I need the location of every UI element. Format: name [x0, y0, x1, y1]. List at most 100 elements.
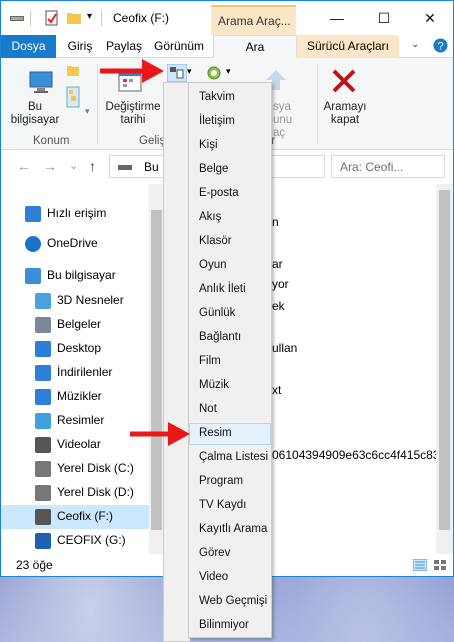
file-name-fragment[interactable]: 06104394909e63c6cc4f415c83ac — [272, 448, 452, 462]
kind-menu-item[interactable]: Oyun — [189, 255, 271, 277]
kind-menu-item[interactable]: Günlük — [189, 303, 271, 325]
sidebar-item[interactable]: Müzikler — [1, 385, 149, 409]
kind-menu-item[interactable]: Çalma Listesi — [189, 447, 271, 469]
sidebar-item[interactable]: Desktop — [1, 337, 149, 361]
search-tools-context-label: Arama Araç... — [211, 5, 296, 35]
kind-menu-item[interactable]: Takvim — [189, 87, 271, 109]
this-pc-button[interactable]: Bu bilgisayar — [9, 101, 61, 127]
kind-menu-item[interactable]: Klasör — [189, 231, 271, 253]
cloud-icon — [25, 236, 41, 252]
kind-menu-item[interactable]: Müzik — [189, 375, 271, 397]
red-arrow-picture — [130, 422, 190, 446]
sidebar-item[interactable]: CEOFIX (G:) — [1, 529, 149, 553]
recent-searches-dropdown-icon[interactable]: ▾ — [226, 66, 231, 77]
drive-icon — [35, 461, 51, 477]
sidebar-item-label: Hızlı erişim — [47, 206, 107, 220]
details-view-icon[interactable] — [413, 559, 427, 571]
kind-menu-item[interactable]: Video — [189, 567, 271, 589]
file-name-fragment[interactable]: yor — [272, 277, 289, 291]
tab-view[interactable]: Görünüm — [149, 35, 209, 58]
file-name-fragment[interactable]: n — [272, 215, 279, 229]
file-name-fragment[interactable]: ullan — [272, 341, 297, 355]
kind-menu-item[interactable]: Kişi — [189, 135, 271, 157]
cube-icon — [35, 293, 51, 309]
video-icon — [35, 437, 51, 453]
kind-menu-item[interactable]: Akış — [189, 207, 271, 229]
file-name-fragment[interactable]: xt — [272, 383, 281, 397]
minimize-button[interactable]: — — [314, 1, 360, 35]
kind-menu-item[interactable]: Not — [189, 399, 271, 421]
date-modified-button[interactable]: Değiştirme tarihi — [105, 101, 161, 127]
tab-search[interactable]: Ara — [213, 35, 297, 58]
open-location-button-partial[interactable]: sya unu aç — [273, 101, 303, 140]
close-button[interactable]: ✕ — [407, 1, 453, 35]
sidebar-item[interactable]: Videolar — [1, 433, 149, 457]
kind-menu-item[interactable]: Anlık İleti — [189, 279, 271, 301]
folder-icon[interactable] — [66, 64, 80, 78]
tab-drive-tools[interactable]: Sürücü Araçları — [297, 35, 399, 58]
kind-menu-item[interactable]: Görev — [189, 543, 271, 565]
star-icon — [25, 206, 41, 222]
sidebar-item[interactable]: Bu bilgisayar — [1, 264, 149, 288]
window-title: Ceofix (F:) — [113, 11, 170, 25]
up-button[interactable]: ↑ — [89, 158, 96, 174]
back-button[interactable]: ← — [17, 158, 31, 174]
kind-menu-item[interactable]: Bilinmiyor — [189, 615, 271, 637]
sidebar-item[interactable]: İndirilenler — [1, 361, 149, 385]
maximize-button[interactable]: ☐ — [361, 1, 407, 35]
kind-icon[interactable] — [167, 64, 187, 82]
kind-menu-item[interactable]: Resim — [189, 423, 271, 445]
kind-menu-item[interactable]: E-posta — [189, 183, 271, 205]
kind-menu-item[interactable]: Kayıtlı Arama — [189, 519, 271, 541]
sidebar-item[interactable]: Resimler — [1, 409, 149, 433]
sidebar-item-label: Videolar — [57, 437, 101, 451]
tab-file[interactable]: Dosya — [1, 35, 56, 58]
kind-dropdown-icon[interactable]: ▾ — [187, 66, 192, 77]
music-icon — [35, 389, 51, 405]
sidebar-item[interactable]: Yerel Disk (D:) — [1, 481, 149, 505]
sidebar-item-label: Belgeler — [57, 317, 102, 331]
kind-menu-item[interactable]: Film — [189, 351, 271, 373]
search-input[interactable]: Ara: Ceofi... — [331, 155, 445, 178]
item-count: 23 öğe — [16, 558, 53, 572]
properties-icon[interactable] — [43, 10, 59, 26]
kind-menu-item[interactable]: Belge — [189, 159, 271, 181]
kind-dropdown-menu: Takvim İletişim Kişi Belge E-posta Akış Klasör… — [188, 82, 272, 638]
new-folder-icon[interactable] — [66, 10, 82, 26]
sidebar-item[interactable]: 3D Nesneler — [1, 289, 149, 313]
content-scrollbar[interactable] — [436, 184, 453, 554]
red-arrow-kind — [100, 59, 164, 83]
content-scrollbar-thumb[interactable] — [439, 190, 450, 530]
sidebar-item-label: OneDrive — [47, 236, 98, 250]
pictures-icon — [35, 413, 51, 429]
forward-button[interactable]: → — [43, 158, 57, 174]
nav-scrollbar[interactable] — [149, 184, 164, 554]
sidebar-item[interactable]: Ceofix (F:) — [1, 505, 149, 529]
kind-menu-item[interactable]: TV Kaydı — [189, 495, 271, 517]
kind-menu-item[interactable]: Web Geçmişi — [189, 591, 271, 613]
recent-locations-button[interactable]: ⌄ — [69, 159, 78, 172]
tab-share[interactable]: Paylaş — [103, 35, 145, 58]
tab-home[interactable]: Giriş — [60, 35, 100, 58]
scope-dropdown-icon[interactable]: ▾ — [85, 106, 90, 117]
kind-menu-item[interactable]: İletişim — [189, 111, 271, 133]
kind-menu-item[interactable]: Program — [189, 471, 271, 493]
collapse-ribbon-icon[interactable]: ⌄ — [411, 39, 419, 50]
close-search-button[interactable]: Aramayı kapat — [319, 101, 371, 127]
sidebar-item[interactable]: OneDrive — [1, 232, 149, 256]
drive-icon — [118, 165, 132, 170]
sidebar-item[interactable]: Hızlı erişim — [1, 202, 149, 226]
recent-searches-icon[interactable] — [206, 65, 224, 81]
subfolders-icon[interactable] — [66, 86, 80, 108]
kind-menu-item[interactable]: Bağlantı — [189, 327, 271, 349]
sidebar-item-label: 3D Nesneler — [57, 293, 124, 307]
file-name-fragment[interactable]: ek — [272, 299, 285, 313]
file-name-fragment[interactable]: ar — [272, 257, 283, 271]
customize-quick-access-icon[interactable]: ▾ — [87, 11, 92, 22]
large-icons-view-icon[interactable] — [433, 559, 447, 571]
sidebar-item[interactable]: Belgeler — [1, 313, 149, 337]
help-icon[interactable]: ? — [433, 38, 448, 53]
sidebar-item[interactable]: Yerel Disk (C:) — [1, 457, 149, 481]
ribbon-separator — [317, 64, 318, 144]
nav-scrollbar-thumb[interactable] — [151, 210, 162, 530]
